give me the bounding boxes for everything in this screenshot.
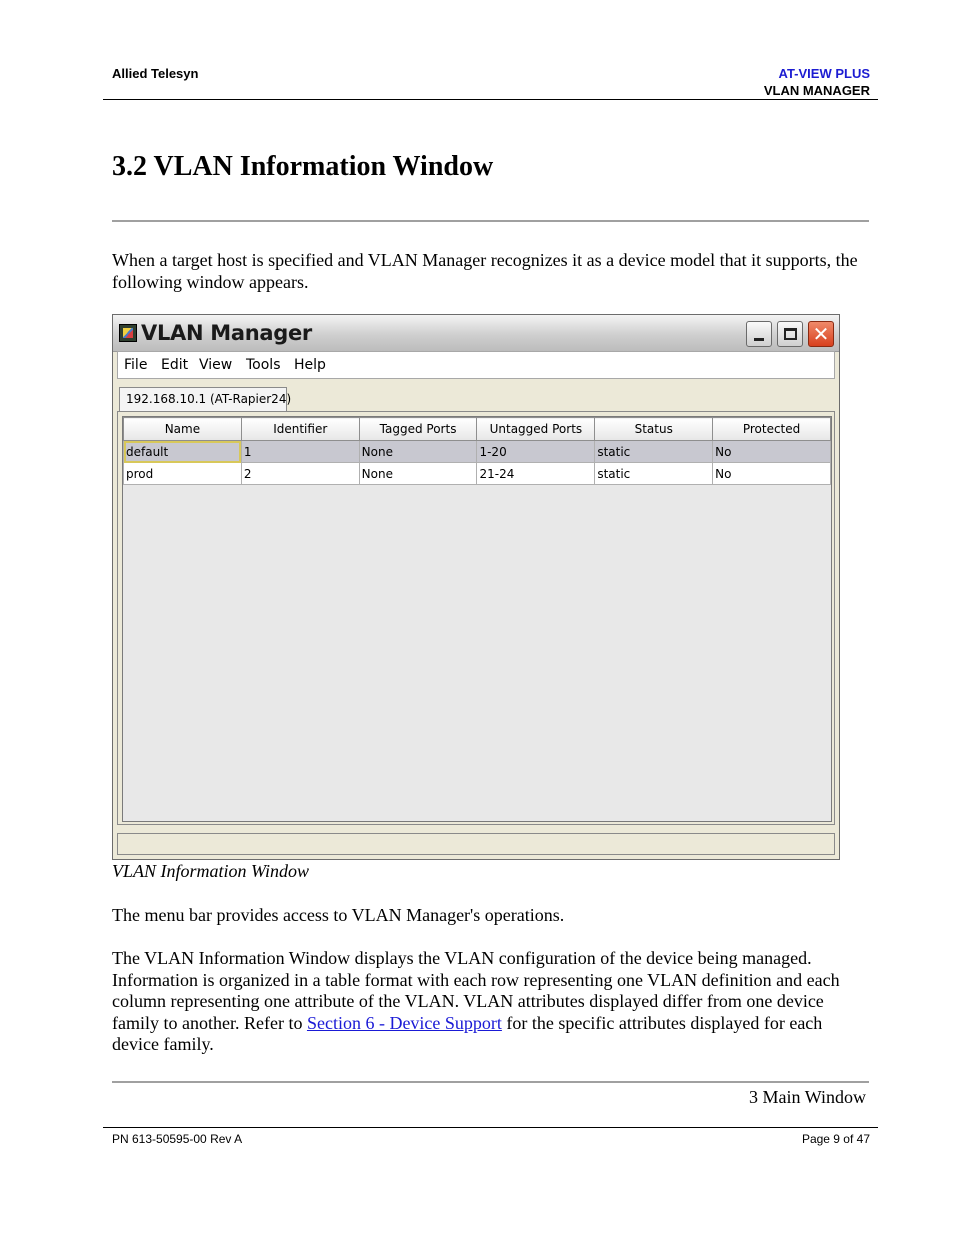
column-header-untagged-ports[interactable]: Untagged Ports xyxy=(476,417,596,441)
app-icon xyxy=(119,324,137,342)
column-header-tagged-ports[interactable]: Tagged Ports xyxy=(358,417,478,441)
cell-protected[interactable]: No xyxy=(712,440,831,463)
cell-protected[interactable]: No xyxy=(712,462,831,485)
cell-status[interactable]: static xyxy=(594,462,714,485)
device-support-link[interactable]: Section 6 - Device Support xyxy=(307,1013,502,1033)
intro-paragraph: When a target host is specified and VLAN… xyxy=(112,250,858,292)
header-module: VLAN MANAGER xyxy=(763,83,870,98)
vlan-table: Name Identifier Tagged Ports Untagged Po… xyxy=(123,417,831,485)
cell-name[interactable]: prod xyxy=(123,462,242,485)
body-paragraph: The VLAN Information Window displays the… xyxy=(112,948,872,1056)
header-divider xyxy=(103,99,878,100)
window-titlebar[interactable]: VLAN Manager ✕ xyxy=(113,315,839,352)
column-header-identifier[interactable]: Identifier xyxy=(240,417,360,441)
table-row[interactable]: default 1 None 1-20 static No xyxy=(123,440,831,463)
tab-panel: Name Identifier Tagged Ports Untagged Po… xyxy=(117,411,835,825)
cell-tagged-ports[interactable]: None xyxy=(358,462,478,485)
cell-status[interactable]: static xyxy=(594,440,714,463)
table-header-row: Name Identifier Tagged Ports Untagged Po… xyxy=(123,417,831,441)
cell-identifier[interactable]: 1 xyxy=(240,440,360,463)
cell-untagged-ports[interactable]: 1-20 xyxy=(476,440,596,463)
menu-bar: File Edit View Tools Help xyxy=(117,351,835,379)
cell-tagged-ports[interactable]: None xyxy=(358,440,478,463)
chapter-label: 3 Main Window xyxy=(749,1087,866,1107)
close-icon: ✕ xyxy=(812,322,830,346)
menu-view[interactable]: View xyxy=(199,357,232,373)
maximize-icon xyxy=(783,328,797,340)
menu-tools[interactable]: Tools xyxy=(246,357,281,373)
column-header-status[interactable]: Status xyxy=(594,417,714,441)
bottom-divider xyxy=(103,1127,878,1128)
footer-divider xyxy=(112,1081,869,1083)
menu-file[interactable]: File xyxy=(124,357,147,373)
window-title: VLAN Manager xyxy=(141,321,312,345)
minimize-button[interactable] xyxy=(746,321,772,347)
page-number: Page 9 of 47 xyxy=(801,1132,870,1146)
status-bar xyxy=(117,833,835,855)
maximize-button[interactable] xyxy=(777,321,803,347)
cell-identifier[interactable]: 2 xyxy=(240,462,360,485)
menu-edit[interactable]: Edit xyxy=(161,357,188,373)
header-company: Allied Telesyn xyxy=(112,66,199,81)
close-button[interactable]: ✕ xyxy=(808,321,834,347)
tab-device[interactable]: 192.168.10.1 (AT-Rapier24) xyxy=(119,387,291,411)
cell-untagged-ports[interactable]: 21-24 xyxy=(476,462,596,485)
figure-caption: VLAN Information Window xyxy=(112,861,310,881)
menu-help[interactable]: Help xyxy=(294,357,326,373)
title-divider xyxy=(112,220,869,222)
table-row[interactable]: prod 2 None 21-24 static No xyxy=(123,462,831,485)
section-title: 3.2 VLAN Information Window xyxy=(112,151,494,182)
part-number: PN 613-50595-00 Rev A xyxy=(112,1132,243,1146)
cell-name[interactable]: default xyxy=(123,440,242,463)
minimize-icon xyxy=(754,337,764,341)
header-product: AT-VIEW PLUS xyxy=(778,66,870,81)
vlan-manager-window: VLAN Manager ✕ File Edit View Tools Help… xyxy=(112,314,840,860)
vlan-table-area: Name Identifier Tagged Ports Untagged Po… xyxy=(122,416,832,822)
column-header-protected[interactable]: Protected xyxy=(712,417,831,441)
column-header-name[interactable]: Name xyxy=(123,417,242,441)
menubar-paragraph: The menu bar provides access to VLAN Man… xyxy=(112,905,565,925)
